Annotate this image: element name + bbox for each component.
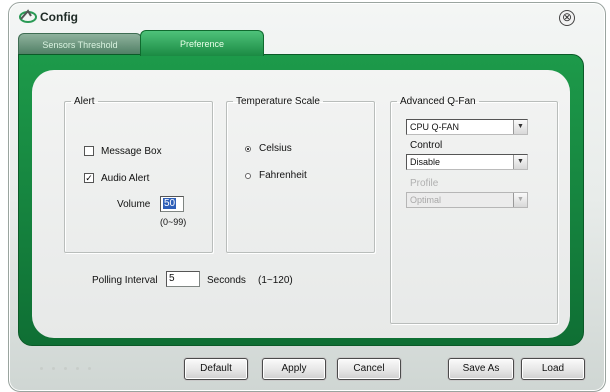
app-logo-icon (19, 9, 37, 23)
fahrenheit-radio[interactable] (245, 173, 251, 179)
apply-button[interactable]: Apply (262, 358, 326, 380)
fahrenheit-label: Fahrenheit (259, 170, 307, 181)
profile-value: Optimal (410, 195, 442, 205)
grip-dot (88, 367, 91, 370)
volume-value: 50 (163, 198, 177, 209)
window-title: Config (40, 10, 78, 24)
celsius-radio[interactable] (245, 146, 251, 152)
grip-dot (40, 367, 43, 370)
grip-dot (64, 367, 67, 370)
audio-alert-checkbox[interactable]: ✓ (84, 173, 94, 183)
message-box-label: Message Box (101, 146, 162, 157)
chevron-down-icon: ▼ (513, 193, 527, 207)
polling-unit-label: Seconds (207, 275, 246, 286)
default-button[interactable]: Default (184, 358, 248, 380)
cancel-button[interactable]: Cancel (337, 358, 401, 380)
alert-legend: Alert (74, 96, 95, 107)
message-box-checkbox[interactable] (84, 146, 94, 156)
volume-label: Volume (117, 199, 151, 210)
control-value: Disable (410, 157, 441, 167)
chevron-down-icon[interactable]: ▼ (513, 120, 527, 134)
celsius-label: Celsius (259, 143, 292, 154)
fan-select-value: CPU Q-FAN (410, 122, 460, 132)
polling-interval-label: Polling Interval (92, 275, 158, 286)
grip-dot (76, 367, 79, 370)
volume-range: (0~99) (160, 217, 187, 227)
profile-dropdown: Optimal ▼ (406, 192, 528, 208)
save-as-button[interactable]: Save As (448, 358, 514, 380)
grip-dot (52, 367, 55, 370)
tab-sensors-threshold[interactable]: Sensors Threshold (18, 33, 142, 55)
control-dropdown[interactable]: Disable ▼ (406, 154, 528, 170)
audio-alert-label: Audio Alert (101, 173, 150, 184)
fan-select-dropdown[interactable]: CPU Q-FAN ▼ (406, 119, 528, 135)
volume-input[interactable]: 50 (160, 196, 184, 212)
close-button[interactable]: ⊗ (559, 10, 575, 26)
profile-label: Profile (410, 178, 439, 189)
polling-range: (1~120) (258, 275, 293, 286)
temperature-scale-legend: Temperature Scale (236, 96, 320, 107)
polling-interval-input[interactable]: 5 (166, 271, 200, 287)
control-label: Control (410, 140, 443, 151)
tab-preference[interactable]: Preference (140, 30, 264, 56)
load-button[interactable]: Load (521, 358, 585, 380)
grip-dots (40, 362, 100, 373)
advanced-qfan-legend: Advanced Q-Fan (400, 96, 476, 107)
chevron-down-icon[interactable]: ▼ (513, 155, 527, 169)
title-bar: Config ⊗ (0, 0, 596, 30)
